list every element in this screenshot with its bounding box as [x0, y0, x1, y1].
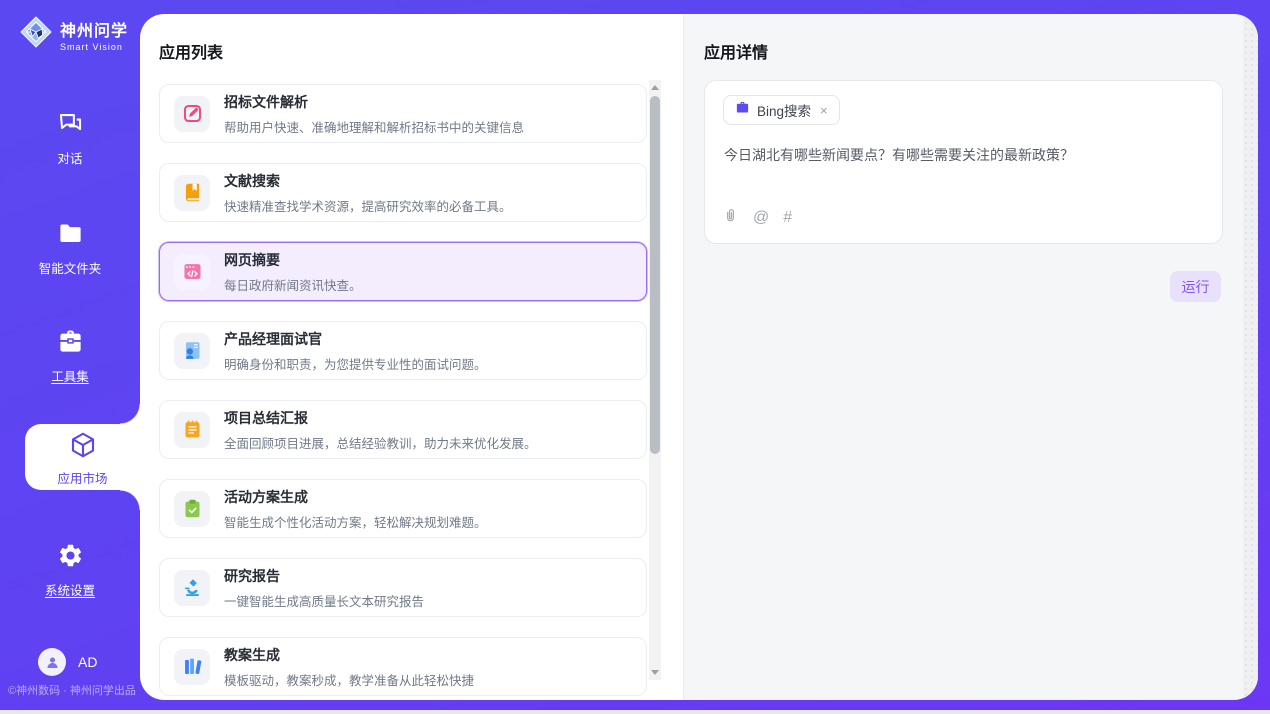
sidebar-item-toolset[interactable]: 工具集	[0, 328, 140, 385]
sidebar-item-chat[interactable]: 对话	[0, 110, 140, 167]
chat-icon	[57, 124, 84, 141]
app-description: 快速精准查找学术资源，提高研究效率的必备工具。	[224, 196, 512, 215]
app-description: 每日政府新闻资讯快查。	[224, 275, 362, 294]
app-name: 研究报告	[224, 566, 424, 586]
sidebar-item-label: 工具集	[0, 366, 140, 385]
avatar	[38, 648, 66, 676]
app-detail-title: 应用详情	[704, 39, 768, 63]
briefcase-icon	[735, 100, 750, 120]
microscope-icon	[174, 570, 210, 606]
app-list-panel: 应用列表 招标文件解析 帮助用户快速、准确地理解和解析招标书中的关键信息	[140, 14, 683, 700]
tool-tag-label: Bing搜索	[757, 100, 811, 120]
question-text[interactable]: 今日湖北有哪些新闻要点？有哪些需要关注的最新政策？	[724, 145, 1194, 165]
sidebar-item-settings[interactable]: 系统设置	[0, 542, 140, 599]
book-icon	[174, 175, 210, 211]
app-name: 教案生成	[224, 645, 474, 665]
main-content: 应用列表 招标文件解析 帮助用户快速、准确地理解和解析招标书中的关键信息	[140, 14, 1258, 700]
app-card-lesson-plan[interactable]: 教案生成 模板驱动，教案秒成，教学准备从此轻松快捷	[159, 637, 647, 696]
app-list-title: 应用列表	[159, 39, 223, 63]
app-list: 招标文件解析 帮助用户快速、准确地理解和解析招标书中的关键信息 文献搜索 快速精…	[159, 84, 647, 700]
input-toolbar: @ #	[722, 207, 792, 228]
run-button[interactable]: 运行	[1170, 271, 1221, 302]
sidebar-item-label: 应用市场	[25, 468, 140, 487]
books-icon	[174, 649, 210, 685]
mention-icon[interactable]: @	[753, 210, 769, 226]
scroll-up-arrow-icon[interactable]	[651, 85, 659, 90]
sidebar-item-label: 智能文件夹	[0, 258, 140, 277]
gear-icon	[57, 556, 84, 573]
edit-square-icon	[174, 96, 210, 132]
scroll-down-arrow-icon[interactable]	[651, 670, 659, 675]
tag-close-icon[interactable]: ×	[820, 103, 828, 118]
app-card-pm-interviewer[interactable]: 产品经理面试官 明确身份和职责，为您提供专业性的面试问题。	[159, 321, 647, 380]
user-account[interactable]: AD	[38, 648, 97, 676]
app-description: 帮助用户快速、准确地理解和解析招标书中的关键信息	[224, 117, 524, 136]
prompt-input-card[interactable]: Bing搜索 × 今日湖北有哪些新闻要点？有哪些需要关注的最新政策？ @ #	[704, 80, 1223, 244]
user-name: AD	[78, 654, 97, 670]
app-card-project-summary[interactable]: 项目总结汇报 全面回顾项目进展，总结经验教训，助力未来优化发展。	[159, 400, 647, 459]
diamond-logo-icon	[18, 14, 54, 55]
app-description: 全面回顾项目进展，总结经验教训，助力未来优化发展。	[224, 433, 537, 452]
app-card-bid-parsing[interactable]: 招标文件解析 帮助用户快速、准确地理解和解析招标书中的关键信息	[159, 84, 647, 143]
app-description: 智能生成个性化活动方案，轻松解决规划难题。	[224, 512, 487, 531]
app-card-web-summary[interactable]: 网页摘要 每日政府新闻资讯快查。	[159, 242, 647, 301]
app-description: 明确身份和职责，为您提供专业性的面试问题。	[224, 354, 487, 373]
app-detail-panel: 应用详情 Bing搜索 × 今日湖北有哪些新闻要点？有哪些需要关注的最新政策？	[683, 14, 1258, 700]
copyright-text: ©神州数码 · 神州问学出品	[8, 682, 136, 698]
app-card-research-report[interactable]: 研究报告 一键智能生成高质量长文本研究报告	[159, 558, 647, 617]
detail-panel-scroll-gutter[interactable]	[1243, 14, 1258, 700]
tool-tag-bing-search[interactable]: Bing搜索 ×	[723, 95, 840, 125]
app-card-literature-search[interactable]: 文献搜索 快速精准查找学术资源，提高研究效率的必备工具。	[159, 163, 647, 222]
sidebar-item-label: 系统设置	[0, 580, 140, 599]
sidebar-item-label: 对话	[0, 148, 140, 167]
person-document-icon	[174, 333, 210, 369]
notepad-icon	[174, 412, 210, 448]
app-description: 一键智能生成高质量长文本研究报告	[224, 591, 424, 610]
hash-icon[interactable]: #	[783, 210, 792, 226]
app-name: 招标文件解析	[224, 92, 524, 112]
app-name: 文献搜索	[224, 171, 512, 191]
app-name: 活动方案生成	[224, 487, 487, 507]
app-name: 项目总结汇报	[224, 408, 537, 428]
browser-code-icon	[174, 254, 210, 290]
toolbox-icon	[57, 342, 84, 359]
app-list-scrollbar[interactable]	[649, 80, 661, 680]
sidebar-item-smart-folder[interactable]: 智能文件夹	[0, 220, 140, 277]
app-name: 产品经理面试官	[224, 329, 487, 349]
brand-name: 神州问学	[60, 17, 128, 41]
app-card-activity-plan[interactable]: 活动方案生成 智能生成个性化活动方案，轻松解决规划难题。	[159, 479, 647, 538]
sidebar: 神州问学 Smart Vision 对话 智能文件夹 工具集	[0, 0, 140, 710]
clipboard-check-icon	[174, 491, 210, 527]
scrollbar-thumb[interactable]	[650, 96, 660, 454]
folder-icon	[57, 234, 84, 251]
app-name: 网页摘要	[224, 250, 362, 270]
brand-logo: 神州问学 Smart Vision	[18, 14, 128, 55]
cube-icon	[68, 447, 98, 464]
sidebar-item-app-market[interactable]: 应用市场	[25, 424, 140, 490]
brand-subtitle: Smart Vision	[60, 42, 128, 52]
app-description: 模板驱动，教案秒成，教学准备从此轻松快捷	[224, 670, 474, 689]
paperclip-icon[interactable]	[722, 207, 739, 228]
